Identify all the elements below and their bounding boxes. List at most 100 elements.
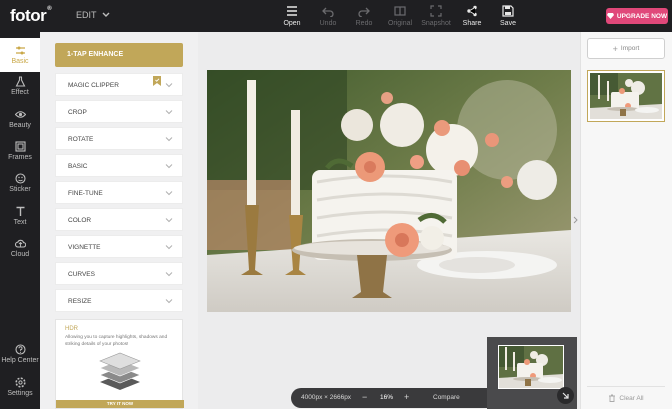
undo-button[interactable]: Undo (310, 5, 346, 27)
open-button[interactable]: Open (274, 5, 310, 27)
sidebar-item-label: Cloud (10, 251, 30, 258)
sidebar-item-basic[interactable]: Basic (0, 38, 40, 72)
one-tap-enhance-button[interactable]: 1-TAP ENHANCE (55, 43, 183, 67)
left-icon-sidebar: Basic Effect Beauty Frames Sticker Text … (0, 32, 40, 409)
tool-row-color[interactable]: COLOR (55, 208, 183, 231)
cloud-icon (14, 239, 26, 248)
chevron-down-icon (165, 191, 173, 196)
tool-row-label: COLOR (68, 217, 92, 224)
hdr-description: Allowing you to capture highlights, shad… (65, 335, 168, 347)
try-it-now-button[interactable]: TRY IT NOW (56, 400, 184, 408)
trash-icon (609, 394, 616, 402)
help-center-button[interactable]: Help Center (0, 344, 40, 364)
upgrade-label: UPGRADE NOW (616, 12, 668, 20)
sidebar-item-label: Beauty (9, 122, 31, 129)
upgrade-button[interactable]: UPGRADE NOW (606, 8, 668, 24)
chevron-down-icon (165, 137, 173, 142)
original-icon (394, 6, 406, 16)
tool-row-label: BASIC (68, 163, 88, 170)
image-thumbnail (590, 73, 662, 119)
plus-icon: + (612, 43, 618, 54)
save-button[interactable]: Save (490, 5, 526, 27)
sidebar-item-sticker[interactable]: Sticker (0, 173, 40, 193)
tool-row-fine-tune[interactable]: FINE-TUNE (55, 181, 183, 204)
save-icon (502, 5, 514, 17)
tool-row-vignette[interactable]: VIGNETTE (55, 235, 183, 258)
import-label: Import (620, 45, 640, 52)
compare-button[interactable]: Compare (433, 394, 460, 401)
edit-mode-label: EDIT (76, 10, 97, 20)
expand-arrow-icon (562, 392, 569, 399)
fotor-logo[interactable]: fotor® (10, 6, 52, 26)
share-icon (467, 5, 477, 17)
image-dimensions: 4000px × 2666px (301, 394, 352, 401)
sidebar-item-cloud[interactable]: Cloud (0, 238, 40, 258)
sidebar-item-frames[interactable]: Frames (0, 141, 40, 161)
tool-row-label: RESIZE (68, 298, 92, 305)
tool-row-crop[interactable]: CROP (55, 100, 183, 123)
snapshot-label: Snapshot (421, 20, 451, 27)
chevron-down-icon (165, 299, 173, 304)
tool-row-label: VIGNETTE (68, 244, 101, 251)
tool-row-label: MAGIC CLIPPER (68, 82, 119, 89)
menu-icon (287, 6, 297, 16)
sidebar-item-text[interactable]: Text (0, 206, 40, 226)
text-icon (16, 206, 24, 216)
original-label: Original (387, 20, 413, 27)
undo-label: Undo (319, 20, 337, 27)
diamond-icon (606, 13, 614, 19)
tool-row-magic-clipper[interactable]: MAGIC CLIPPER (55, 73, 183, 96)
top-bar: fotor® EDIT Open Undo Redo Original Snap… (0, 0, 672, 32)
image-thumbnail-item[interactable] (587, 70, 665, 122)
frame-icon (14, 141, 26, 152)
wedding-cake-photo[interactable] (207, 70, 571, 312)
save-label: Save (500, 20, 516, 27)
gear-icon (14, 377, 26, 388)
tool-row-resize[interactable]: RESIZE (55, 289, 183, 312)
sidebar-item-effect[interactable]: Effect (0, 76, 40, 96)
tool-row-curves[interactable]: CURVES (55, 262, 183, 285)
chevron-right-icon (573, 216, 578, 224)
open-label: Open (283, 20, 301, 27)
share-button[interactable]: Share (454, 5, 490, 27)
snapshot-button[interactable]: Snapshot (418, 5, 454, 27)
sidebar-item-beauty[interactable]: Beauty (0, 109, 40, 129)
hdr-title: HDR (65, 326, 78, 332)
redo-label: Redo (355, 20, 373, 27)
tool-row-rotate[interactable]: ROTATE (55, 127, 183, 150)
navigator-thumbnail[interactable] (498, 345, 564, 389)
chevron-down-icon (165, 164, 173, 169)
help-center-label: Help Center (1, 357, 39, 364)
tool-row-label: CURVES (68, 271, 95, 278)
chevron-down-icon (102, 12, 110, 17)
tool-row-label: ROTATE (68, 136, 94, 143)
tool-row-basic[interactable]: BASIC (55, 154, 183, 177)
chevron-down-icon (165, 245, 173, 250)
sliders-icon (15, 46, 25, 55)
tools-panel: 1-TAP ENHANCE MAGIC CLIPPER CROP ROTATE … (40, 32, 198, 409)
settings-button[interactable]: Settings (0, 377, 40, 397)
chevron-down-icon (165, 110, 173, 115)
chevron-down-icon (165, 218, 173, 223)
hdr-promo-card: HDR Allowing you to capture highlights, … (55, 319, 184, 409)
layers-illustration (99, 352, 141, 390)
tool-row-label: FINE-TUNE (68, 190, 103, 197)
navigator-expand-button[interactable] (557, 387, 574, 404)
zoom-level: 16% (380, 394, 394, 401)
collapse-right-panel-tab[interactable] (572, 205, 580, 235)
eye-icon (14, 111, 26, 118)
import-button[interactable]: + Import (587, 38, 665, 59)
bookmark-icon (153, 76, 161, 86)
sidebar-item-label: Effect (11, 89, 29, 96)
sticker-icon (14, 173, 26, 184)
sidebar-item-label: Sticker (9, 186, 31, 193)
clear-all-button[interactable]: Clear All (587, 386, 665, 402)
zoom-in-button[interactable]: + (404, 392, 409, 402)
sidebar-item-label: Frames (8, 154, 32, 161)
edit-mode-dropdown[interactable]: EDIT (76, 10, 110, 20)
original-button[interactable]: Original (382, 5, 418, 27)
redo-button[interactable]: Redo (346, 5, 382, 27)
clear-all-label: Clear All (619, 394, 644, 402)
chevron-down-icon (165, 272, 173, 277)
zoom-out-button[interactable]: − (362, 392, 367, 402)
